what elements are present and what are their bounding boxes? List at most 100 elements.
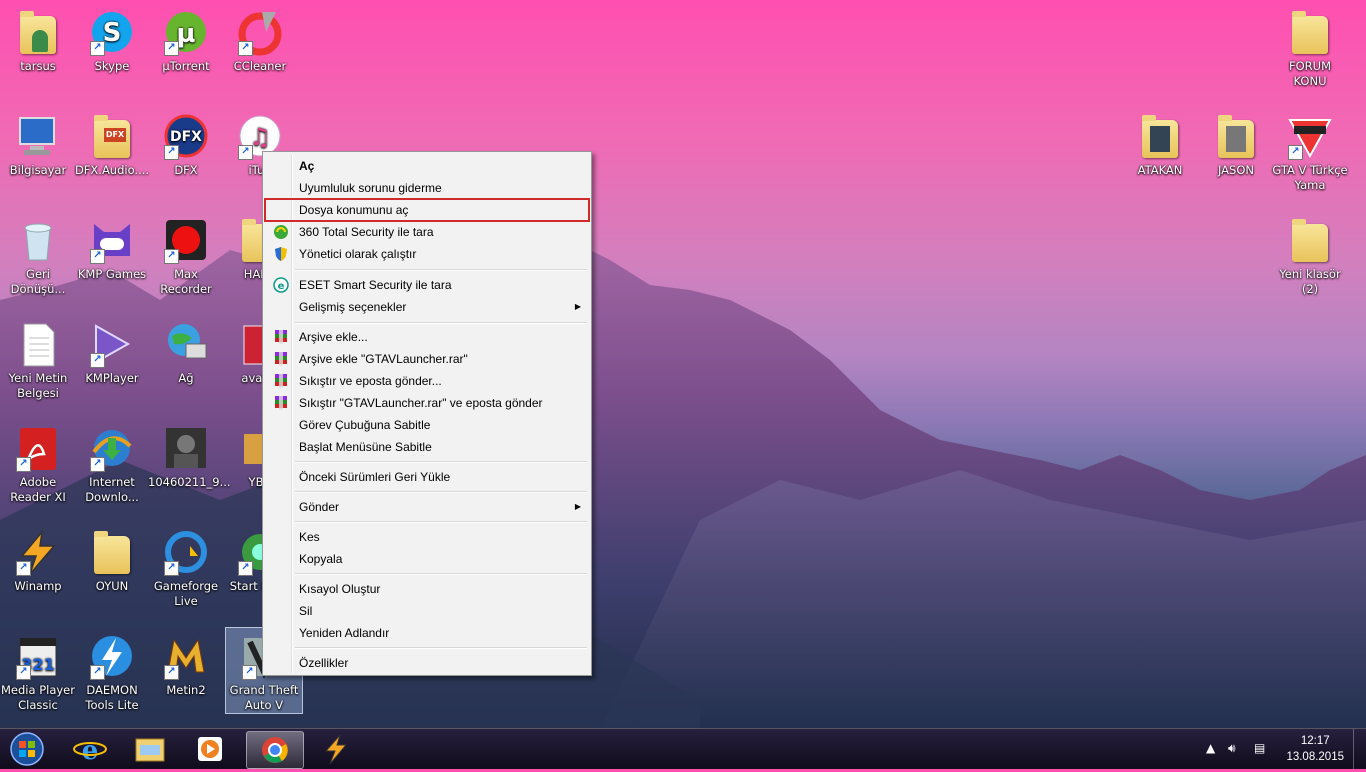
- desktop-icon-ag[interactable]: Ağ: [148, 316, 224, 386]
- network-status-icon[interactable]: ▤: [1254, 741, 1265, 755]
- volume-icon[interactable]: 🔊︎: [1228, 741, 1236, 756]
- icon-label: DAEMON Tools Lite: [85, 683, 139, 712]
- menu-item-delete[interactable]: Sil: [265, 600, 589, 622]
- icon-label: tarsus: [20, 59, 56, 73]
- desktop-icon-winamp[interactable]: ↗ Winamp: [0, 524, 76, 594]
- desktop-icon-yeniklasor[interactable]: Yeni klasör (2): [1272, 212, 1348, 297]
- desktop-icon-tarsus[interactable]: tarsus: [0, 4, 76, 74]
- desktop-icon-geri[interactable]: Geri Dönüşü...: [0, 212, 76, 297]
- menu-item-pin-start[interactable]: Başlat Menüsüne Sabitle: [265, 436, 589, 458]
- menu-item-compat[interactable]: Uyumluluk sorunu giderme: [265, 177, 589, 199]
- menu-item-open-file-location[interactable]: Dosya konumunu aç: [264, 198, 590, 222]
- menu-item-add-archive-rar[interactable]: Arşive ekle "GTAVLauncher.rar": [265, 348, 589, 370]
- icon-label: FORUM KONU: [1289, 59, 1331, 88]
- desktop-icon-skype[interactable]: S ↗ Skype: [74, 4, 150, 74]
- menu-item-run-as-admin[interactable]: Yönetici olarak çalıştır: [265, 243, 589, 265]
- icon-label: JASON: [1217, 163, 1254, 177]
- taskbar-ie[interactable]: e: [62, 731, 118, 767]
- menu-item-label: Dosya konumunu aç: [299, 203, 409, 217]
- taskbar-chrome[interactable]: [246, 731, 304, 769]
- icon-label: 10460211_9...: [148, 475, 231, 489]
- desktop-icon-kmpgames[interactable]: ↗ KMP Games: [74, 212, 150, 282]
- winrar-icon: [275, 374, 287, 388]
- menu-item-compress-email[interactable]: Sıkıştır ve eposta gönder...: [265, 370, 589, 392]
- desktop-icon-atakan[interactable]: ATAKAN: [1122, 108, 1198, 178]
- menu-item-label: Kısayol Oluştur: [299, 582, 381, 596]
- start-button[interactable]: [2, 730, 52, 768]
- menu-item-properties[interactable]: Özellikler: [265, 652, 589, 674]
- taskbar-winamp[interactable]: [308, 731, 364, 767]
- desktop-icon-utorrent[interactable]: µ ↗ µTorrent: [148, 4, 224, 74]
- menu-item-cut[interactable]: Kes: [265, 526, 589, 548]
- menu-item-rename[interactable]: Yeniden Adlandır: [265, 622, 589, 644]
- clock-date: 13.08.2015: [1286, 751, 1344, 763]
- menu-separator: [295, 521, 587, 523]
- winamp-icon: [324, 734, 348, 765]
- desktop-icon-ccleaner[interactable]: ↗ CCleaner: [222, 4, 298, 74]
- desktop-icon-img104[interactable]: 10460211_9...: [148, 420, 231, 490]
- folder-icon: [1292, 11, 1328, 54]
- menu-item-label: 360 Total Security ile tara: [299, 225, 434, 239]
- taskbar-explorer[interactable]: [122, 731, 178, 767]
- menu-item-advanced-options[interactable]: Gelişmiş seçenekler ▶: [265, 296, 589, 318]
- shortcut-arrow-icon: ↗: [164, 145, 179, 160]
- windows-orb-icon: [10, 732, 44, 766]
- icon-label: Ağ: [178, 371, 194, 385]
- menu-item-create-shortcut[interactable]: Kısayol Oluştur: [265, 578, 589, 600]
- menu-item-compress-rar-email[interactable]: Sıkıştır "GTAVLauncher.rar" ve eposta gö…: [265, 392, 589, 414]
- svg-text:e: e: [82, 736, 99, 766]
- menu-item-pin-taskbar[interactable]: Görev Çubuğuna Sabitle: [265, 414, 589, 436]
- icon-label: KMP Games: [77, 267, 147, 281]
- system-clock[interactable]: 12:17 13.08.2015: [1286, 733, 1344, 765]
- desktop-icon-maxrec[interactable]: ↗ Max Recorder: [148, 212, 224, 297]
- icon-label: µTorrent: [162, 59, 210, 73]
- desktop-icon-oyun[interactable]: OYUN: [74, 524, 150, 594]
- menu-item-label: Sıkıştır ve eposta gönder...: [299, 374, 442, 388]
- icon-label: ATAKAN: [1137, 163, 1183, 177]
- chrome-icon: [262, 737, 288, 763]
- desktop-icon-dfx[interactable]: DFX ↗ DFX: [148, 108, 224, 178]
- taskbar-media-player[interactable]: [182, 731, 238, 767]
- shortcut-arrow-icon: ↗: [16, 665, 31, 680]
- desktop-icon-gameforge[interactable]: ↗ Gameforge Live: [148, 524, 224, 609]
- menu-item-label: Yönetici olarak çalıştır: [299, 247, 417, 261]
- menu-item-label: Arşive ekle "GTAVLauncher.rar": [299, 352, 468, 366]
- shortcut-arrow-icon: ↗: [164, 41, 179, 56]
- menu-item-label: Önceki Sürümleri Geri Yükle: [299, 470, 451, 484]
- menu-item-label: Gelişmiş seçenekler: [299, 300, 407, 314]
- desktop-icon-jason[interactable]: JASON: [1198, 108, 1274, 178]
- desktop-icon-adobereader[interactable]: ↗ Adobe Reader XI: [0, 420, 76, 505]
- menu-item-send-to[interactable]: Gönder ▶: [265, 496, 589, 518]
- shortcut-arrow-icon: ↗: [90, 665, 105, 680]
- desktop-icon-bilgisayar[interactable]: Bilgisayar: [0, 108, 76, 178]
- desktop-icon-gtatr[interactable]: ↗ GTA V Türkçe Yama: [1272, 108, 1348, 193]
- menu-item-open[interactable]: Aç: [265, 155, 589, 177]
- desktop-icon-kmplayer[interactable]: ↗ KMPlayer: [74, 316, 150, 386]
- show-desktop-button[interactable]: [1353, 729, 1366, 769]
- icon-label: KMPlayer: [85, 371, 139, 385]
- shortcut-arrow-icon: ↗: [90, 353, 105, 368]
- desktop-icon-dfxaudio[interactable]: DFX DFX.Audio....: [74, 108, 150, 178]
- menu-item-restore-versions[interactable]: Önceki Sürümleri Geri Yükle: [265, 466, 589, 488]
- shortcut-arrow-icon: ↗: [90, 457, 105, 472]
- desktop-icon-forum[interactable]: FORUM KONU: [1272, 4, 1348, 89]
- winrar-icon: [275, 330, 287, 344]
- desktop-icon-mpc[interactable]: 321 ↗ Media Player Classic: [0, 628, 76, 713]
- desktop-icon-metin2[interactable]: ↗ Metin2: [148, 628, 224, 698]
- context-menu: Aç Uyumluluk sorunu giderme Dosya konumu…: [262, 151, 592, 676]
- menu-item-eset-scan[interactable]: e ESET Smart Security ile tara: [265, 274, 589, 296]
- menu-item-add-archive[interactable]: Arşive ekle...: [265, 326, 589, 348]
- desktop-icon-daemon[interactable]: ↗ DAEMON Tools Lite: [74, 628, 150, 713]
- shortcut-arrow-icon: ↗: [238, 41, 253, 56]
- desktop-icon-yenimetin[interactable]: Yeni Metin Belgesi: [0, 316, 76, 401]
- menu-separator: [295, 647, 587, 649]
- desktop-icon-idm[interactable]: ↗ Internet Downlo...: [74, 420, 150, 505]
- svg-text:e: e: [278, 281, 285, 292]
- folder-icon: [1292, 219, 1328, 262]
- icon-label: Media Player Classic: [1, 683, 75, 712]
- menu-item-copy[interactable]: Kopyala: [265, 548, 589, 570]
- tray-show-hidden-icon[interactable]: ▲: [1206, 741, 1215, 755]
- menu-item-360-scan[interactable]: 360 Total Security ile tara: [265, 221, 589, 243]
- uac-shield-icon: [275, 247, 287, 261]
- menu-item-label: Arşive ekle...: [299, 330, 368, 344]
